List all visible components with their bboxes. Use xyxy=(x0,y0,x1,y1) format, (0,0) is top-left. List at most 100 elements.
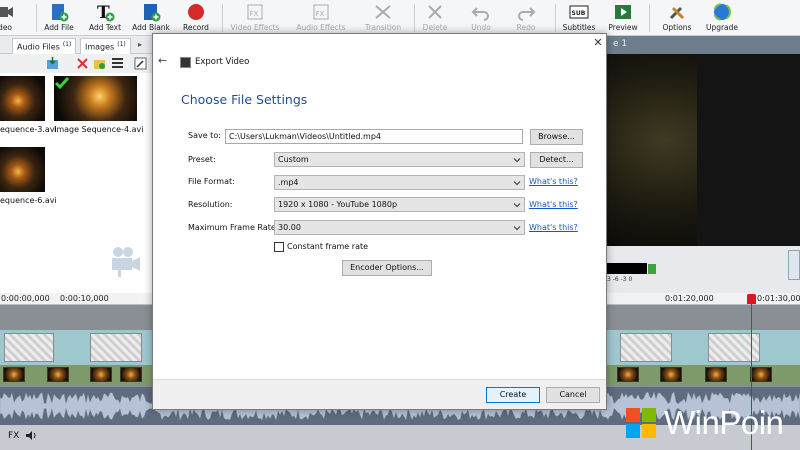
audio-meter-ticks: 3 -6 -3 0 xyxy=(607,276,633,283)
transition-button[interactable]: Transition xyxy=(360,2,406,34)
media-bin-tabs: Audio Files (1) Images (1) ▸ xyxy=(0,36,152,54)
record-button[interactable]: Record xyxy=(178,2,214,34)
whats-this-link[interactable]: What's this? xyxy=(529,223,578,232)
track-thumbnail[interactable] xyxy=(617,367,639,382)
media-thumbnail[interactable] xyxy=(0,147,45,192)
track-thumbnail[interactable] xyxy=(47,367,69,382)
svg-text:FX: FX xyxy=(316,10,325,18)
timeline-clip[interactable] xyxy=(4,333,54,362)
edit-icon[interactable] xyxy=(134,57,147,70)
winpoin-logo xyxy=(626,408,656,438)
timeline-clip[interactable] xyxy=(708,333,760,362)
upgrade-button[interactable]: Upgrade xyxy=(703,2,741,34)
toolbar-video-button[interactable]: ideo xyxy=(0,2,16,34)
tab-count: (1) xyxy=(117,41,126,48)
delete-button[interactable]: Delete xyxy=(420,2,450,34)
preview-icon xyxy=(615,5,631,19)
redo-icon xyxy=(518,7,536,21)
ruler-time: 0:01:20,000 xyxy=(665,294,714,303)
add-folder-icon[interactable] xyxy=(93,57,106,70)
options-icon xyxy=(669,6,685,20)
media-thumbnail[interactable] xyxy=(0,76,45,121)
audio-effects-icon: FX xyxy=(313,4,329,20)
file-format-label: File Format: xyxy=(188,177,235,186)
resolution-label: Resolution: xyxy=(188,200,233,209)
subtitles-icon: SUB xyxy=(569,5,589,19)
tab-label: Images xyxy=(85,42,115,52)
preview-button[interactable]: Preview xyxy=(605,2,641,34)
preset-value: Custom xyxy=(278,155,309,164)
preset-select[interactable]: Custom xyxy=(274,152,525,167)
audio-meter-level xyxy=(648,264,656,274)
save-to-field[interactable]: C:\Users\Lukman\Videos\Untitled.mp4 xyxy=(225,129,523,144)
chevron-down-icon xyxy=(513,203,521,208)
toolbar-label: Options xyxy=(662,23,692,32)
transition-icon xyxy=(375,5,391,19)
constant-frame-rate-checkbox[interactable] xyxy=(274,242,284,252)
speaker-icon[interactable] xyxy=(25,430,37,441)
media-item-label: equence-3.avi xyxy=(0,125,57,134)
list-view-icon[interactable] xyxy=(111,57,124,70)
detect-button[interactable]: Detect... xyxy=(530,152,583,168)
watermark: WinPoin xyxy=(624,404,800,442)
delete-icon xyxy=(428,5,442,19)
audio-effects-button[interactable]: FX Audio Effects xyxy=(294,2,348,34)
track-thumbnail[interactable] xyxy=(3,367,25,382)
create-button[interactable]: Create xyxy=(486,387,540,403)
tab-audio-files[interactable]: Audio Files (1) xyxy=(12,38,77,54)
video-effects-button[interactable]: FX Video Effects xyxy=(228,2,282,34)
options-button[interactable]: Options xyxy=(659,2,695,34)
upgrade-icon xyxy=(713,3,731,21)
add-file-button[interactable]: Add File xyxy=(42,2,76,34)
toolbar-separator xyxy=(414,4,415,32)
tab-label: Audio Files xyxy=(17,42,60,52)
track-thumbnail[interactable] xyxy=(660,367,682,382)
toolbar-label: Transition xyxy=(364,23,402,32)
export-video-dialog: ✕ ← Export Video Choose File Settings Sa… xyxy=(152,33,607,410)
preset-label: Preset: xyxy=(188,155,216,164)
toolbar-label: Redo xyxy=(516,23,536,32)
split-button[interactable] xyxy=(788,250,800,280)
whats-this-link[interactable]: What's this? xyxy=(529,177,578,186)
bin-toolbar xyxy=(0,54,152,73)
file-format-select[interactable]: .mp4 xyxy=(274,175,525,190)
add-blank-icon xyxy=(144,4,161,22)
back-button[interactable]: ← xyxy=(158,54,167,67)
track-fx-button[interactable]: FX xyxy=(8,431,19,441)
browse-button[interactable]: Browse... xyxy=(530,129,583,145)
redo-button[interactable]: Redo xyxy=(511,2,541,34)
record-icon xyxy=(188,4,204,20)
subtitles-button[interactable]: SUB Subtitles xyxy=(561,2,597,34)
add-text-button[interactable]: T Add Text xyxy=(86,2,124,34)
chevron-down-icon xyxy=(513,158,521,163)
track-thumbnail[interactable] xyxy=(705,367,727,382)
track-thumbnail[interactable] xyxy=(120,367,142,382)
resolution-value: 1920 x 1080 - YouTube 1080p xyxy=(278,200,398,209)
encoder-options-button[interactable]: Encoder Options... xyxy=(342,260,432,276)
toolbar-label: Add Blank xyxy=(132,23,170,32)
dialog-heading: Choose File Settings xyxy=(181,92,308,107)
svg-text:SUB: SUB xyxy=(572,10,586,17)
whats-this-link[interactable]: What's this? xyxy=(529,200,578,209)
timeline-clip[interactable] xyxy=(90,333,142,362)
playhead-handle[interactable] xyxy=(747,294,756,304)
timeline-clip[interactable] xyxy=(620,333,672,362)
video-effects-icon: FX xyxy=(247,4,263,20)
svg-text:FX: FX xyxy=(250,10,259,18)
import-icon[interactable] xyxy=(46,57,59,70)
track-thumbnail[interactable] xyxy=(750,367,772,382)
chevron-down-icon xyxy=(513,226,521,231)
undo-button[interactable]: Undo xyxy=(466,2,496,34)
track-thumbnail[interactable] xyxy=(90,367,112,382)
toolbar-label: Audio Effects xyxy=(296,23,346,32)
remove-icon[interactable] xyxy=(76,57,89,70)
tab-scroll-right-icon[interactable]: ▸ xyxy=(138,40,142,49)
add-blank-button[interactable]: Add Blank xyxy=(132,2,170,34)
frame-rate-select[interactable]: 30.00 xyxy=(274,220,525,235)
resolution-select[interactable]: 1920 x 1080 - YouTube 1080p xyxy=(274,197,525,212)
toolbar-label: Add File xyxy=(44,23,74,32)
close-button[interactable]: ✕ xyxy=(591,36,605,50)
cancel-button[interactable]: Cancel xyxy=(546,387,600,403)
tab-images[interactable]: Images (1) xyxy=(80,38,131,54)
toolbar-label: Upgrade xyxy=(705,23,739,32)
